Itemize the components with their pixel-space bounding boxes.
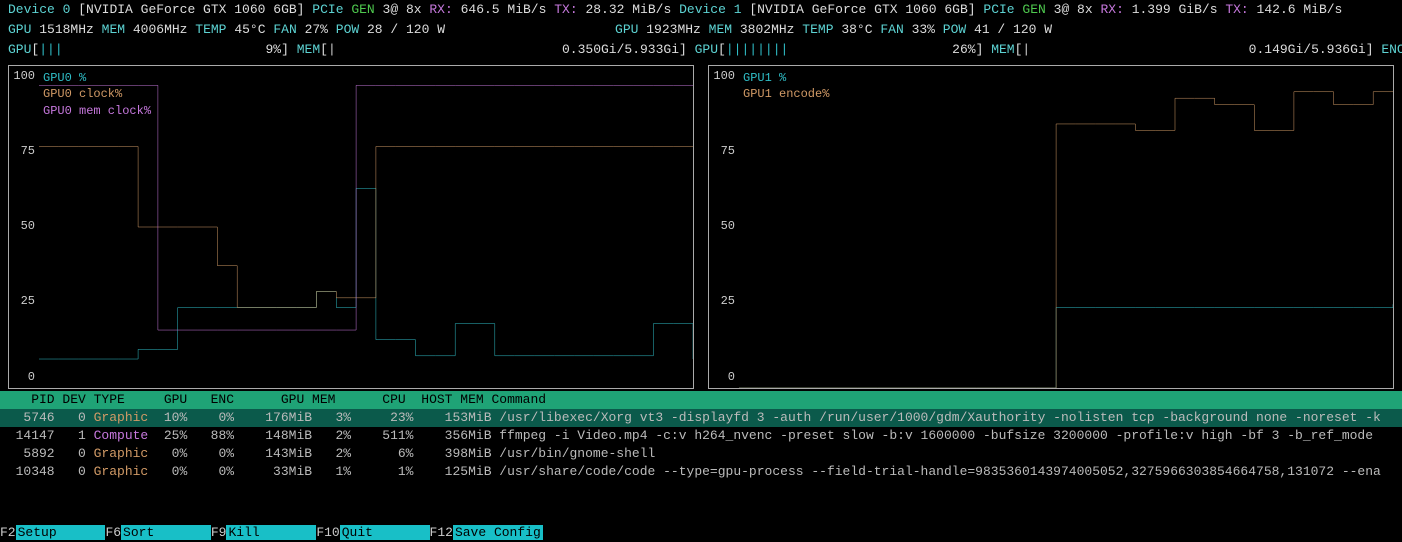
device-headers: Device 0 [NVIDIA GeForce GTX 1060 6GB] P… [0, 0, 1402, 61]
fkey-label[interactable]: Sort [121, 525, 211, 540]
legend-item: GPU1 encode% [743, 86, 829, 103]
fkey-label[interactable]: Setup [16, 525, 106, 540]
fkey-label[interactable]: Quit [340, 525, 430, 540]
fkey-label[interactable]: Kill [226, 525, 316, 540]
ytick: 25 [721, 293, 735, 310]
plot-area: GPU0 %GPU0 clock%GPU0 mem clock% [39, 66, 693, 388]
ytick: 50 [721, 218, 735, 235]
legend-item: GPU0 clock% [43, 86, 151, 103]
ytick: 0 [28, 369, 35, 386]
gpu0-chart: 100 75 50 25 0 GPU0 %GPU0 clock%GPU0 mem clo… [8, 65, 694, 389]
fkey: F12 [430, 525, 453, 540]
process-header: PID DEV TYPE GPU ENC GPU MEM CPU HOST ME… [0, 391, 1402, 409]
legend-item: GPU1 % [743, 70, 829, 87]
ytick: 50 [21, 218, 35, 235]
ytick: 100 [13, 68, 35, 85]
fkey: F9 [211, 525, 227, 540]
ytick: 0 [728, 369, 735, 386]
yaxis: 100 75 50 25 0 [9, 66, 39, 388]
ytick: 75 [21, 143, 35, 160]
legend: GPU0 %GPU0 clock%GPU0 mem clock% [43, 70, 151, 120]
process-row[interactable]: 10348 0 Graphic 0% 0% 33MiB 1% 1% 125MiB… [0, 463, 1402, 481]
charts-row: 100 75 50 25 0 GPU0 %GPU0 clock%GPU0 mem clo… [0, 61, 1402, 391]
fkey-label[interactable]: Save Config [453, 525, 543, 540]
process-table: PID DEV TYPE GPU ENC GPU MEM CPU HOST ME… [0, 391, 1402, 481]
legend-item: GPU0 % [43, 70, 151, 87]
process-row[interactable]: 5892 0 Graphic 0% 0% 143MiB 2% 6% 398MiB… [0, 445, 1402, 463]
fkey: F6 [105, 525, 121, 540]
process-row[interactable]: 14147 1 Compute 25% 88% 148MiB 2% 511% 3… [0, 427, 1402, 445]
process-row[interactable]: 5746 0 Graphic 10% 0% 176MiB 3% 23% 153M… [0, 409, 1402, 427]
fkey: F2 [0, 525, 16, 540]
legend: GPU1 %GPU1 encode% [743, 70, 829, 104]
footer-bar: F2Setup F6Sort F9Kill F10Quit F12Save Co… [0, 524, 1402, 542]
yaxis: 100 75 50 25 0 [709, 66, 739, 388]
gpu1-chart: 100 75 50 25 0 GPU1 %GPU1 encode% [708, 65, 1394, 389]
ytick: 75 [721, 143, 735, 160]
fkey: F10 [316, 525, 339, 540]
ytick: 25 [21, 293, 35, 310]
legend-item: GPU0 mem clock% [43, 103, 151, 120]
plot-area: GPU1 %GPU1 encode% [739, 66, 1393, 388]
ytick: 100 [713, 68, 735, 85]
